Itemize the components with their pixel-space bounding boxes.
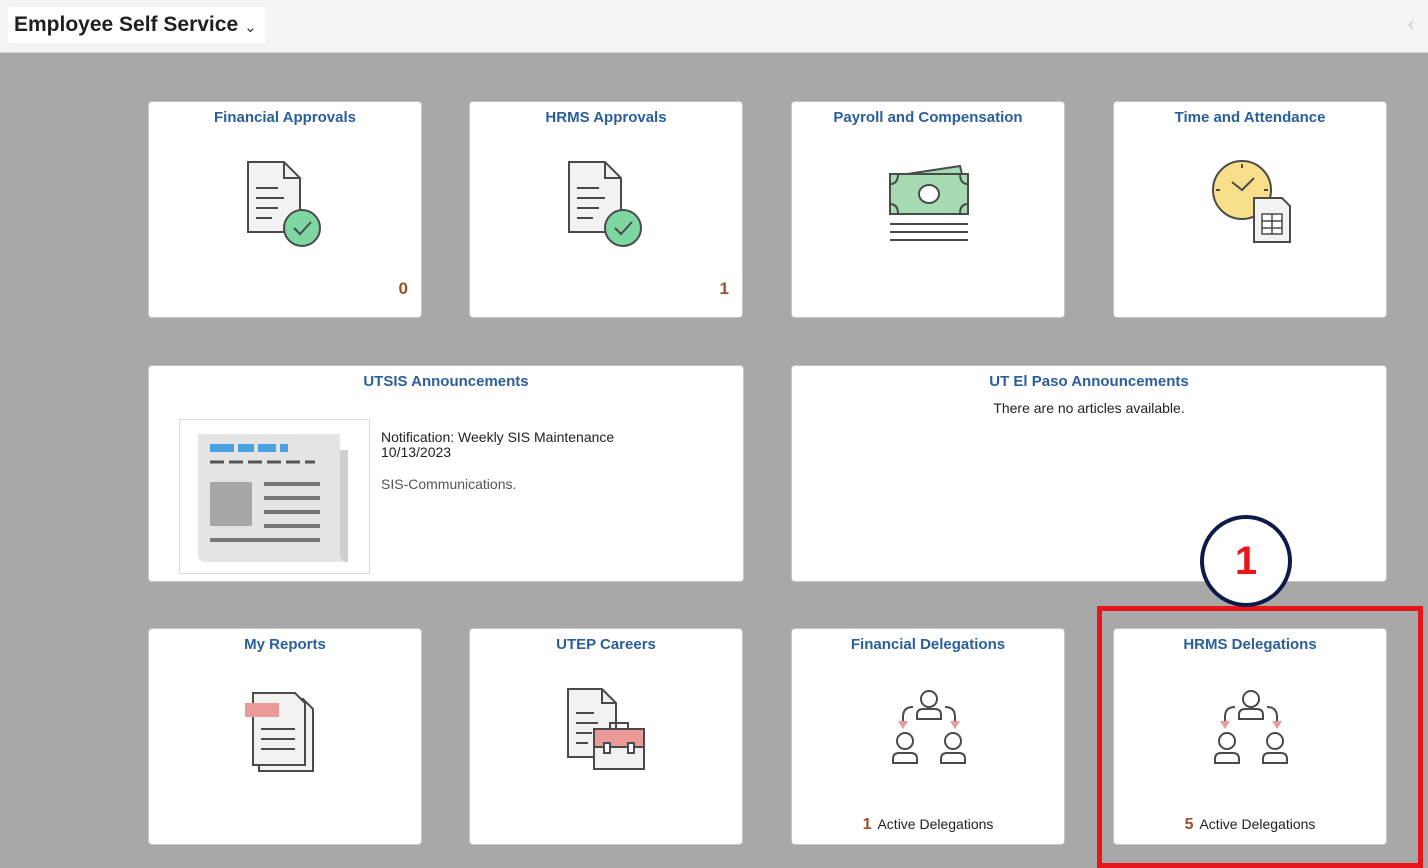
newspaper-icon xyxy=(179,419,370,574)
tile-utsis-announcements[interactable]: UTSIS Announcements Notification: Weekly… xyxy=(148,365,744,582)
delegation-label: Active Delegations xyxy=(1199,816,1316,832)
tile-time-attendance[interactable]: Time and Attendance xyxy=(1113,101,1387,318)
document-check-icon xyxy=(247,161,321,247)
tile-title: Payroll and Compensation xyxy=(833,109,1023,126)
pending-count: 1 xyxy=(719,279,729,298)
tile-title: Financial Delegations xyxy=(850,636,1006,653)
chevron-down-icon: ⌄ xyxy=(244,19,257,36)
announcement-source: SIS-Communications. xyxy=(381,476,517,492)
tile-payroll-compensation[interactable]: Payroll and Compensation xyxy=(791,101,1065,318)
chevron-left-icon[interactable]: ‹ xyxy=(1408,14,1414,35)
tile-hrms-approvals[interactable]: HRMS Approvals 1 xyxy=(469,101,743,318)
tile-title: HRMS Approvals xyxy=(545,109,667,126)
tile-title: UT El Paso Announcements xyxy=(989,373,1189,390)
tile-title: My Reports xyxy=(244,636,326,653)
tile-utep-careers[interactable]: UTEP Careers xyxy=(469,628,743,845)
tile-title: Financial Approvals xyxy=(214,109,356,126)
active-delegations: 1 Active Delegations xyxy=(792,816,1064,834)
delegation-label: Active Delegations xyxy=(877,816,994,832)
briefcase-document-icon xyxy=(567,688,645,770)
tile-my-reports[interactable]: My Reports xyxy=(148,628,422,845)
active-delegations: 5 Active Delegations xyxy=(1114,816,1386,834)
page-header: Employee Self Service ⌄ ‹ xyxy=(0,0,1428,53)
delegation-count: 5 xyxy=(1184,816,1194,833)
reports-icon xyxy=(245,692,314,772)
delegation-icon xyxy=(892,690,966,764)
step-number-badge: 1 xyxy=(1200,515,1292,607)
no-articles-message: There are no articles available. xyxy=(993,400,1185,416)
tile-title: UTEP Careers xyxy=(556,636,656,653)
tile-title: HRMS Delegations xyxy=(1183,636,1317,653)
pending-count: 0 xyxy=(398,279,408,298)
tile-financial-approvals[interactable]: Financial Approvals 0 xyxy=(148,101,422,318)
tile-financial-delegations[interactable]: Financial Delegations 1 Active Delegation… xyxy=(791,628,1065,845)
tile-title: UTSIS Announcements xyxy=(363,373,529,390)
tile-hrms-delegations[interactable]: HRMS Delegations 5 Active Delegations xyxy=(1113,628,1387,845)
homepage-selector[interactable]: Employee Self Service ⌄ xyxy=(8,7,265,43)
money-icon xyxy=(889,164,969,241)
delegation-icon xyxy=(1214,690,1288,764)
tile-utep-announcements[interactable]: UT El Paso Announcements There are no ar… xyxy=(791,365,1387,582)
tile-title: Time and Attendance xyxy=(1174,109,1326,126)
clock-timesheet-icon xyxy=(1212,160,1291,243)
delegation-count: 1 xyxy=(862,816,872,833)
document-check-icon xyxy=(568,161,642,247)
homepage-title: Employee Self Service xyxy=(14,13,239,36)
announcement-title[interactable]: Notification: Weekly SIS Maintenance 10/… xyxy=(381,430,671,460)
